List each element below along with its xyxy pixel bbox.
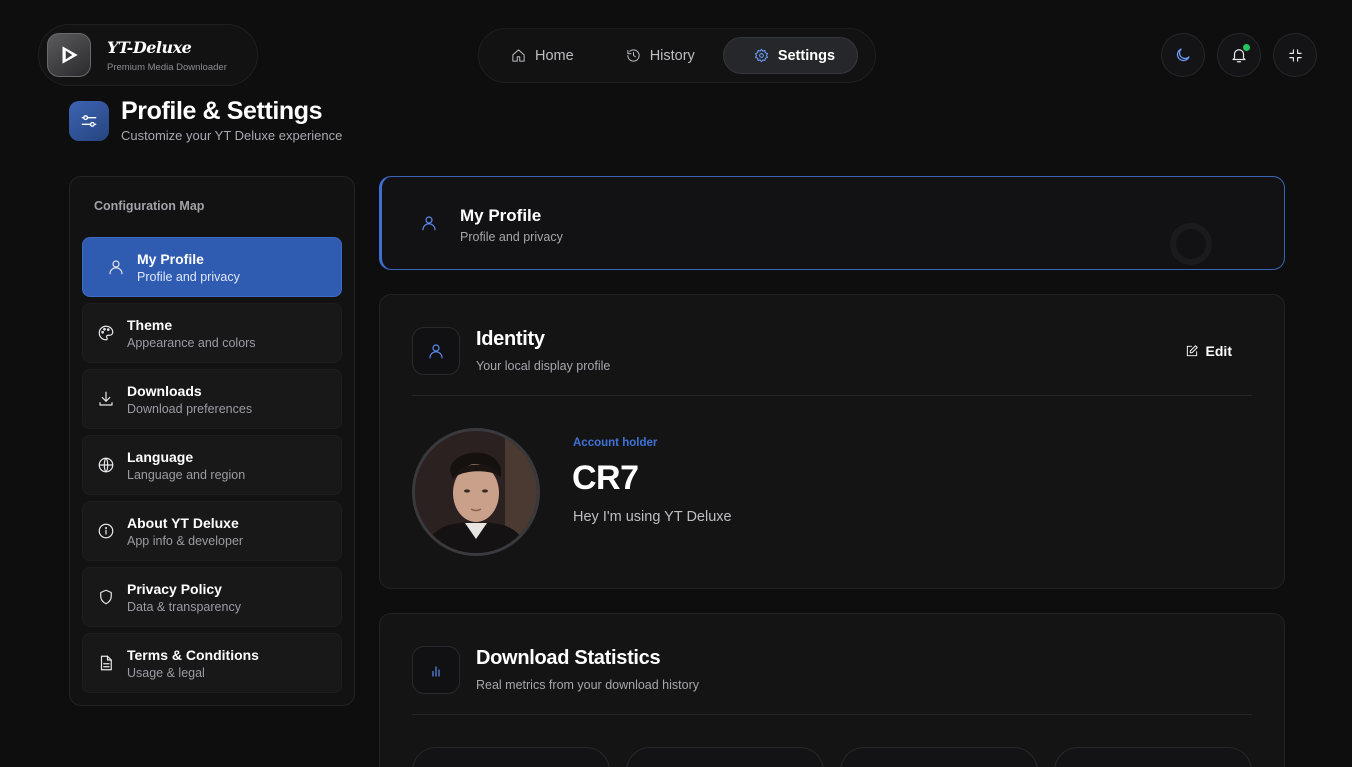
display-name: CR7 — [572, 459, 639, 497]
stat-tile — [1054, 747, 1252, 767]
sidebar-item-desc: Appearance and colors — [127, 335, 256, 350]
sidebar-item-label: Theme — [127, 316, 173, 333]
brand[interactable]: YT-Deluxe Premium Media Downloader — [38, 24, 258, 86]
settings-sidebar: Configuration Map My Profile Profile and … — [69, 176, 355, 706]
sidebar-item-desc: Download preferences — [127, 401, 253, 416]
sidebar-item-privacy[interactable]: Privacy Policy Data & transparency — [82, 567, 342, 627]
section-title: My Profile — [460, 206, 542, 225]
document-icon — [97, 654, 115, 672]
tab-home[interactable]: Home — [487, 37, 594, 74]
home-icon — [511, 48, 526, 63]
info-icon — [97, 522, 115, 540]
shield-icon — [97, 588, 115, 606]
sidebar-item-desc: App info & developer — [127, 533, 244, 548]
sidebar-item-downloads[interactable]: Downloads Download preferences — [82, 369, 342, 429]
page-subtitle: Customize your YT Deluxe experience — [121, 128, 343, 143]
edit-label: Edit — [1205, 343, 1232, 359]
avatar[interactable] — [412, 428, 540, 556]
minimize-button[interactable] — [1273, 33, 1317, 77]
sidebar-item-label: Terms & Conditions — [127, 646, 259, 663]
identity-subtitle: Your local display profile — [476, 359, 611, 373]
stat-tile — [840, 747, 1038, 767]
sidebar-heading: Configuration Map — [94, 199, 205, 213]
stats-subtitle: Real metrics from your download history — [476, 678, 699, 692]
account-holder-label: Account holder — [573, 437, 658, 449]
sidebar-item-about[interactable]: About YT Deluxe App info & developer — [82, 501, 342, 561]
sidebar-item-label: Language — [127, 448, 194, 465]
globe-icon — [97, 456, 115, 474]
stat-tile — [626, 747, 824, 767]
sidebar-item-language[interactable]: Language Language and region — [82, 435, 342, 495]
divider — [412, 714, 1252, 715]
section-subtitle: Profile and privacy — [460, 230, 563, 244]
sliders-icon — [69, 101, 109, 141]
tab-settings[interactable]: Settings — [722, 37, 859, 74]
sidebar-item-theme[interactable]: Theme Appearance and colors — [82, 303, 342, 363]
tab-history[interactable]: History — [602, 37, 715, 74]
palette-icon — [97, 324, 115, 342]
sidebar-item-terms[interactable]: Terms & Conditions Usage & legal — [82, 633, 342, 693]
bio-text: Hey I'm using YT Deluxe — [573, 509, 732, 525]
edit-profile-button[interactable]: Edit — [1185, 343, 1232, 359]
history-icon — [626, 48, 641, 63]
tab-settings-label: Settings — [777, 47, 836, 64]
stat-tile — [412, 747, 610, 767]
sidebar-item-label: Downloads — [127, 382, 202, 399]
sidebar-item-desc: Language and region — [127, 467, 246, 482]
user-icon — [420, 214, 438, 232]
section-header-card: My Profile Profile and privacy — [379, 176, 1285, 270]
sidebar-item-desc: Data & transparency — [127, 599, 241, 614]
download-statistics-card: Download Statistics Real metrics from yo… — [379, 613, 1285, 767]
gear-icon — [754, 48, 769, 63]
user-icon — [412, 327, 460, 375]
brand-name: YT-Deluxe — [107, 37, 192, 57]
tab-history-label: History — [649, 47, 695, 64]
main-nav: Home History Settings — [478, 28, 876, 83]
sidebar-item-label: Privacy Policy — [127, 580, 222, 597]
play-logo-icon — [47, 33, 91, 77]
brand-tagline: Premium Media Downloader — [107, 61, 227, 73]
notifications-button[interactable] — [1217, 33, 1261, 77]
notification-dot — [1243, 44, 1250, 51]
sidebar-item-desc: Profile and privacy — [137, 269, 240, 284]
moon-icon — [1174, 46, 1192, 64]
edit-icon — [1185, 344, 1199, 358]
sidebar-item-label: My Profile — [137, 250, 204, 267]
bar-chart-icon — [412, 646, 460, 694]
sidebar-item-label: About YT Deluxe — [127, 514, 239, 531]
loading-spinner-icon — [1170, 223, 1212, 265]
minimize-icon — [1287, 47, 1304, 64]
sidebar-item-desc: Usage & legal — [127, 665, 205, 680]
user-icon — [107, 258, 125, 276]
stats-title: Download Statistics — [476, 647, 661, 669]
tab-home-label: Home — [535, 47, 574, 64]
sidebar-item-my-profile[interactable]: My Profile Profile and privacy — [82, 237, 342, 297]
page-title: Profile & Settings — [121, 97, 323, 125]
divider — [412, 395, 1252, 396]
theme-toggle-button[interactable] — [1161, 33, 1205, 77]
identity-title: Identity — [476, 328, 545, 350]
download-icon — [97, 390, 115, 408]
identity-card: Identity Your local display profile Edit… — [379, 294, 1285, 589]
